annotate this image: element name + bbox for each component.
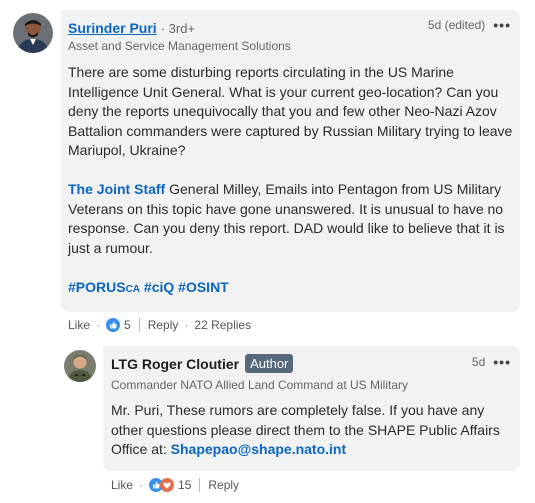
hashtag-ciq[interactable]: #ciQ — [144, 279, 174, 295]
hashtag-porus-text: #PORUS — [68, 278, 126, 295]
hashtag-osint[interactable]: #OSINT — [178, 279, 229, 295]
reply-author-name[interactable]: LTG Roger Cloutier — [111, 356, 239, 372]
hashtag-row: #PORUSCA #ciQ #OSINT — [68, 278, 514, 300]
reply-paragraph: Mr. Puri, These rumors are completely fa… — [111, 401, 511, 460]
reply-body: Mr. Puri, These rumors are completely fa… — [111, 401, 511, 460]
mention-joint-staff[interactable]: The Joint Staff — [68, 181, 165, 197]
email-link[interactable]: Shapepao@shape.nato.int — [171, 441, 346, 457]
reply-author-headline: Commander NATO Allied Land Command at US… — [111, 378, 408, 392]
hashtag-porusca[interactable]: #PORUSCA — [68, 279, 140, 295]
comment-author-headline: Asset and Service Management Solutions — [68, 39, 291, 53]
comment-timestamp: 5d (edited) — [427, 18, 486, 32]
reply-actions: Like · 15 Reply — [111, 478, 239, 492]
reply-reply-button[interactable]: Reply — [208, 478, 239, 492]
comment-paragraph-2: The Joint Staff General Milley, Emails i… — [68, 180, 514, 258]
thumbs-up-icon[interactable] — [106, 318, 121, 332]
separator-dot: · — [96, 318, 101, 332]
reply-timestamp: 5d — [471, 355, 486, 369]
comment-paragraph-1: There are some disturbing reports circul… — [68, 64, 513, 158]
reply-meta: 5d ••• — [472, 354, 511, 370]
comment-actions: Like · 5 Reply · 22 Replies — [68, 318, 251, 332]
avatar-roger-cloutier[interactable] — [64, 350, 96, 382]
separator-dot: · — [139, 478, 144, 492]
comment-author-name[interactable]: Surinder Puri — [68, 20, 157, 36]
author-badge: Author — [245, 354, 294, 373]
separator-dot: · — [184, 318, 189, 332]
comment-body: There are some disturbing reports circul… — [68, 63, 514, 299]
ellipsis-icon[interactable]: ••• — [493, 354, 511, 370]
reply-button[interactable]: Reply — [148, 318, 179, 332]
avatar-surinder-puri[interactable] — [13, 13, 53, 53]
heart-icon — [160, 478, 175, 492]
divider — [138, 318, 140, 332]
divider — [199, 478, 201, 492]
comment-meta: 5d (edited) ••• — [428, 17, 511, 33]
connection-degree: · 3rd+ — [160, 20, 196, 36]
replies-count-link[interactable]: 22 Replies — [194, 318, 251, 332]
like-button[interactable]: Like — [68, 318, 90, 332]
reply-reaction-count[interactable]: 15 — [178, 478, 191, 492]
comment-header: Surinder Puri · 3rd+ — [68, 20, 195, 36]
hashtag-porus-sub: CA — [125, 283, 141, 295]
ellipsis-icon[interactable]: ••• — [493, 17, 511, 33]
reply-header: LTG Roger Cloutier Author — [111, 354, 294, 373]
comment-reaction-count[interactable]: 5 — [124, 318, 131, 332]
reaction-icons[interactable] — [149, 478, 175, 492]
reply-like-button[interactable]: Like — [111, 478, 133, 492]
